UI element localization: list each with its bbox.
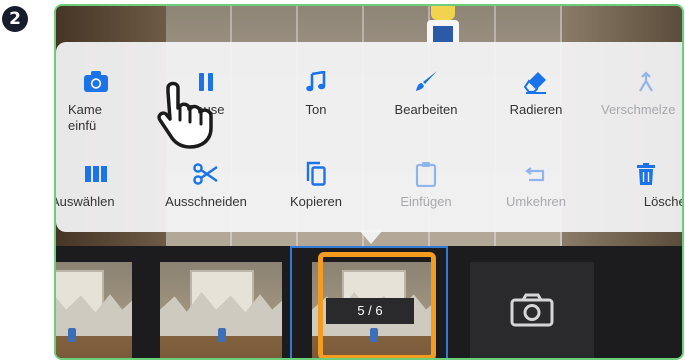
- add-frame-camera-slot[interactable]: [470, 262, 594, 358]
- menu-item-sound[interactable]: Ton: [261, 62, 371, 117]
- menu-item-paste[interactable]: Einfügen: [371, 154, 481, 209]
- brush-icon: [416, 71, 437, 91]
- menu-item-select[interactable]: Auswählen: [54, 154, 151, 209]
- menu-item-reverse[interactable]: Umkehren: [481, 154, 591, 209]
- step-badge: 2: [2, 6, 28, 32]
- menu-item-copy[interactable]: Kopieren: [261, 154, 371, 209]
- menu-item-camera[interactable]: Kame einfü: [56, 62, 151, 134]
- menu-pointer: [359, 230, 383, 244]
- menu-label-cut: Ausschneiden: [165, 194, 247, 209]
- menu-label-camera-1: Kame: [68, 102, 102, 117]
- menu-item-merge[interactable]: Verschmelze: [591, 62, 682, 117]
- filmstrip: 5 / 6: [56, 246, 682, 358]
- menu-label-erase: Radieren: [509, 102, 563, 117]
- scissors-icon: [193, 163, 218, 185]
- menu-item-cut[interactable]: Ausschneiden: [151, 154, 261, 209]
- context-menu: Kame einfü Pause Ton: [56, 42, 682, 232]
- menu-label-camera-2: einfü: [68, 118, 97, 133]
- columns-icon: [85, 166, 107, 182]
- copy-icon: [306, 161, 326, 186]
- menu-label-merge: Verschmelze: [601, 102, 676, 117]
- reverse-icon: [525, 167, 545, 182]
- menu-label-reverse: Umkehren: [506, 194, 566, 209]
- frame-counter: 5 / 6: [326, 298, 414, 324]
- hand-pointer-icon: [157, 81, 213, 149]
- menu-label-paste: Einfügen: [400, 194, 452, 209]
- camera-outline-icon: [510, 293, 554, 327]
- trash-icon: [637, 163, 655, 185]
- menu-label-copy: Kopieren: [289, 194, 343, 209]
- menu-label-delete: Löschen: [643, 194, 682, 209]
- app-frame: Kame einfü Pause Ton: [54, 4, 684, 360]
- merge-icon: [639, 71, 653, 92]
- menu-label-edit: Bearbeiten: [394, 102, 458, 117]
- camera-icon: [84, 71, 108, 92]
- music-note-icon: [306, 71, 326, 92]
- lego-figure: [421, 6, 467, 42]
- frame-thumbnail[interactable]: [160, 262, 282, 358]
- menu-label-select: Auswählen: [54, 194, 115, 209]
- menu-item-erase[interactable]: Radieren: [481, 62, 591, 117]
- menu-item-edit[interactable]: Bearbeiten: [371, 62, 481, 117]
- eraser-icon: [523, 72, 546, 94]
- frame-thumbnail[interactable]: [56, 262, 132, 358]
- menu-item-delete[interactable]: Löschen: [591, 154, 682, 209]
- clipboard-icon: [415, 162, 437, 187]
- menu-label-sound: Ton: [305, 102, 327, 117]
